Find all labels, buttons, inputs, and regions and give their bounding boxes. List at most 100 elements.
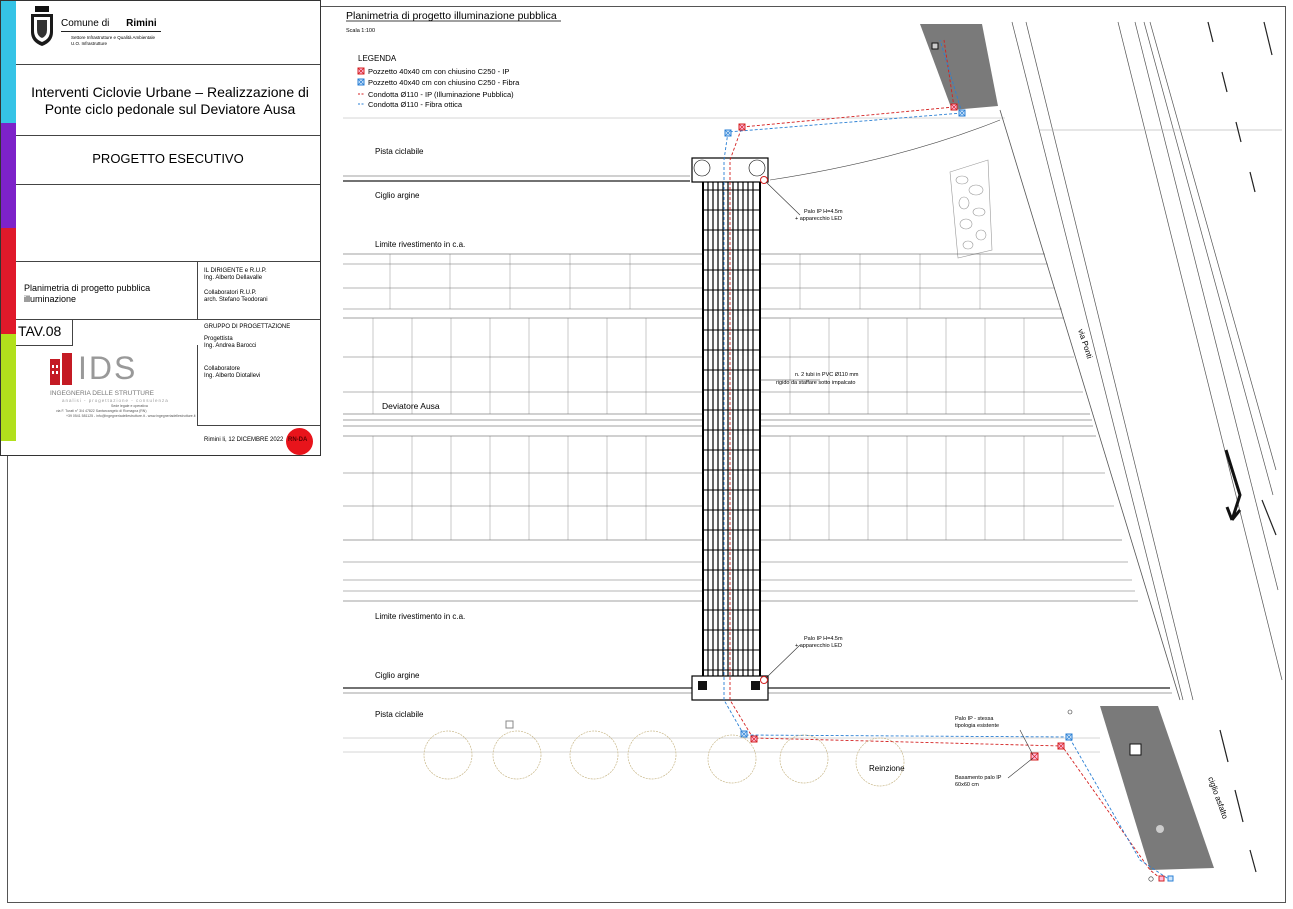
tav-cell: TAV.08 — [16, 319, 73, 346]
ids-logo-cell: IDS INGEGNERIA DELLE STRUTTURE analisi -… — [16, 345, 198, 425]
comune-prefix: Comune di — [61, 18, 110, 29]
progettista-name: Ing. Andrea Barocci — [204, 343, 257, 349]
label-palo-esist-2: tipologia esistente — [955, 723, 999, 729]
legend-item-condotta-ip: Condotta Ø110 - IP (Illuminazione Pubbli… — [358, 90, 514, 99]
drawing-title-cell: Planimetria di progetto pubblica illumin… — [16, 261, 198, 320]
via-ponti-label: via Ponti — [1076, 328, 1094, 360]
color-bar-red — [1, 228, 16, 334]
drawing-title: Planimetria di progetto pubblica illumin… — [24, 283, 151, 304]
legend-item-condotta-fibra: Condotta Ø110 - Fibra ottica — [358, 100, 463, 109]
team-cell: GRUPPO DI PROGETTAZIONE Progettista Ing.… — [197, 319, 320, 426]
label-limite-top: Limite rivestimento in c.a. — [375, 240, 465, 249]
pozzetto-ip-icon — [750, 735, 758, 743]
legend-label: Pozzetto 40x40 cm con chiusino C250 - Fi… — [368, 78, 520, 87]
condotta-ip-route — [729, 39, 1161, 879]
phase-cell: PROGETTO ESECUTIVO — [16, 135, 320, 185]
ids-address-2: via F. Turati n° 3/4 47822 Santarcangelo… — [56, 409, 147, 413]
ids-logo-text: IDS — [78, 350, 138, 386]
plan-drawing: Planimetria di progetto illuminazione pu… — [343, 10, 1283, 882]
ids-address-3: +39 0541 581125 - info@ingegneriadellest… — [66, 414, 196, 418]
label-basamento-1: Basamento palo IP — [955, 775, 1002, 781]
dirigente-label: IL DIRIGENTE e R.U.P. — [204, 268, 267, 274]
phase-label: PROGETTO ESECUTIVO — [92, 151, 244, 166]
comune-underline — [61, 31, 161, 32]
project-title-cell: Interventi Ciclovie Urbane – Realizzazio… — [16, 64, 320, 136]
label-pista-bottom: Pista ciclabile — [375, 710, 424, 719]
legend-label: Condotta Ø110 - IP (Illuminazione Pubbli… — [368, 90, 514, 99]
pozzetto-fibra-icon — [958, 109, 966, 117]
comune-name: Rimini — [126, 18, 157, 29]
marker-dot-icon — [1067, 709, 1073, 715]
label-tubi-1: n. 2 tubi in PVC Ø110 mm — [795, 372, 859, 378]
rn-stamp-icon: RN-DA — [286, 428, 313, 455]
paved-strip-bottom — [1100, 706, 1214, 870]
ids-tagline: analisi - progettazione - consulenza — [62, 398, 169, 403]
unita-text: U.O. Infrastrutture — [71, 41, 108, 46]
collab-rup-label: Collaboratori R.U.P. — [204, 290, 257, 296]
condotta-fibra-route — [723, 39, 1171, 881]
legend-item-pozzetto-ip: Pozzetto 40x40 cm con chiusino C250 - IP — [357, 67, 509, 76]
color-bar-green — [1, 334, 16, 441]
pozzetto-fibra-icon — [740, 730, 748, 738]
label-reinzione: Reinzione — [869, 764, 905, 773]
progettista-label: Progettista — [204, 336, 233, 342]
stone-embankment — [949, 159, 993, 259]
project-title: Interventi Ciclovie Urbane – Realizzazio… — [31, 84, 309, 117]
label-palo-bottom-1: Palo IP H=4.5m — [804, 636, 843, 642]
pole-marker-icon — [1148, 876, 1154, 882]
basamento-marker — [1129, 743, 1142, 756]
label-palo-esist-1: Palo IP - stessa — [955, 716, 994, 722]
dirigente-name: Ing. Alberto Dellavalle — [204, 275, 263, 281]
label-limite-bottom: Limite rivestimento in c.a. — [375, 612, 465, 621]
plan-title: Planimetria di progetto illuminazione pu… — [346, 10, 557, 22]
label-ciglio-asfalto: ciglio asfalto — [1206, 776, 1230, 821]
ids-logo-icon — [50, 353, 72, 385]
label-palo-bottom-2: + apparecchio LED — [795, 643, 842, 649]
signatures-cell: IL DIRIGENTE e R.U.P. Ing. Alberto Della… — [197, 261, 320, 320]
legend-label: Condotta Ø110 - Fibra ottica — [368, 100, 463, 109]
trees — [423, 730, 905, 787]
ids-subtitle: INGEGNERIA DELLE STRUTTURE — [50, 390, 155, 397]
bank-edge-diagonal — [999, 109, 1181, 701]
label-deviatore: Deviatore Ausa — [382, 401, 440, 411]
label-tubi-2: rigido da staffare sotto impalcato — [776, 380, 855, 386]
pozzetto-fibra-icon — [724, 129, 732, 137]
blank-cell — [16, 184, 320, 262]
paved-strip-top — [920, 24, 998, 110]
comune-header: Comune di Rimini Settore Infrastrutture … — [16, 1, 320, 65]
traffic-direction-arrow-icon — [1224, 449, 1242, 521]
pozzetto-fibra-icon — [1167, 875, 1174, 882]
color-bar-cyan — [1, 1, 16, 123]
ids-address-1: Sede legale e operativa — [111, 404, 148, 408]
color-bar-purple — [1, 123, 16, 228]
pozzetto-ip-icon — [1158, 875, 1165, 882]
road-area — [1011, 21, 1283, 701]
label-palo-top-2: + apparecchio LED — [795, 216, 842, 222]
tav-number: TAV.08 — [18, 323, 62, 339]
existing-marker — [505, 720, 514, 729]
title-block: Comune di Rimini Settore Infrastrutture … — [0, 0, 321, 456]
pozzetto-ip-icon — [738, 123, 746, 131]
legend-title: LEGENDA — [358, 54, 397, 63]
label-pista-top: Pista ciclabile — [375, 147, 424, 156]
date-text: Rimini li, 12 DICEMBRE 2022 — [204, 437, 284, 443]
drawing-sheet: Comune di Rimini Settore Infrastrutture … — [0, 0, 1293, 909]
manhole-icon — [1156, 825, 1164, 833]
pozzetto-ip-icon — [1057, 742, 1065, 750]
stamp-text: RN-DA — [288, 437, 308, 443]
pole-marker-top — [931, 42, 939, 50]
collaboratore-name: Ing. Alberto Diotallevi — [204, 373, 261, 379]
legend-item-pozzetto-fibra: Pozzetto 40x40 cm con chiusino C250 - Fi… — [357, 78, 520, 87]
pozzetto-fibra-icon — [1065, 733, 1073, 741]
pozzetto-ip-icon — [950, 103, 958, 111]
gruppo-label: GRUPPO DI PROGETTAZIONE — [204, 324, 291, 330]
label-basamento-2: 60x60 cm — [955, 782, 979, 788]
rimini-crest-icon — [31, 6, 53, 46]
label-ciglio-bottom: Ciglio argine — [375, 671, 420, 680]
label-ciglio-top: Ciglio argine — [375, 191, 420, 200]
label-palo-top-1: Palo IP H=4.5m — [804, 209, 843, 215]
collaboratore-label: Collaboratore — [204, 366, 241, 372]
collab-rup-name: arch. Stefano Teodorani — [204, 297, 268, 303]
legend-label: Pozzetto 40x40 cm con chiusino C250 - IP — [368, 67, 509, 76]
plan-scale: Scala 1:100 — [346, 28, 375, 34]
